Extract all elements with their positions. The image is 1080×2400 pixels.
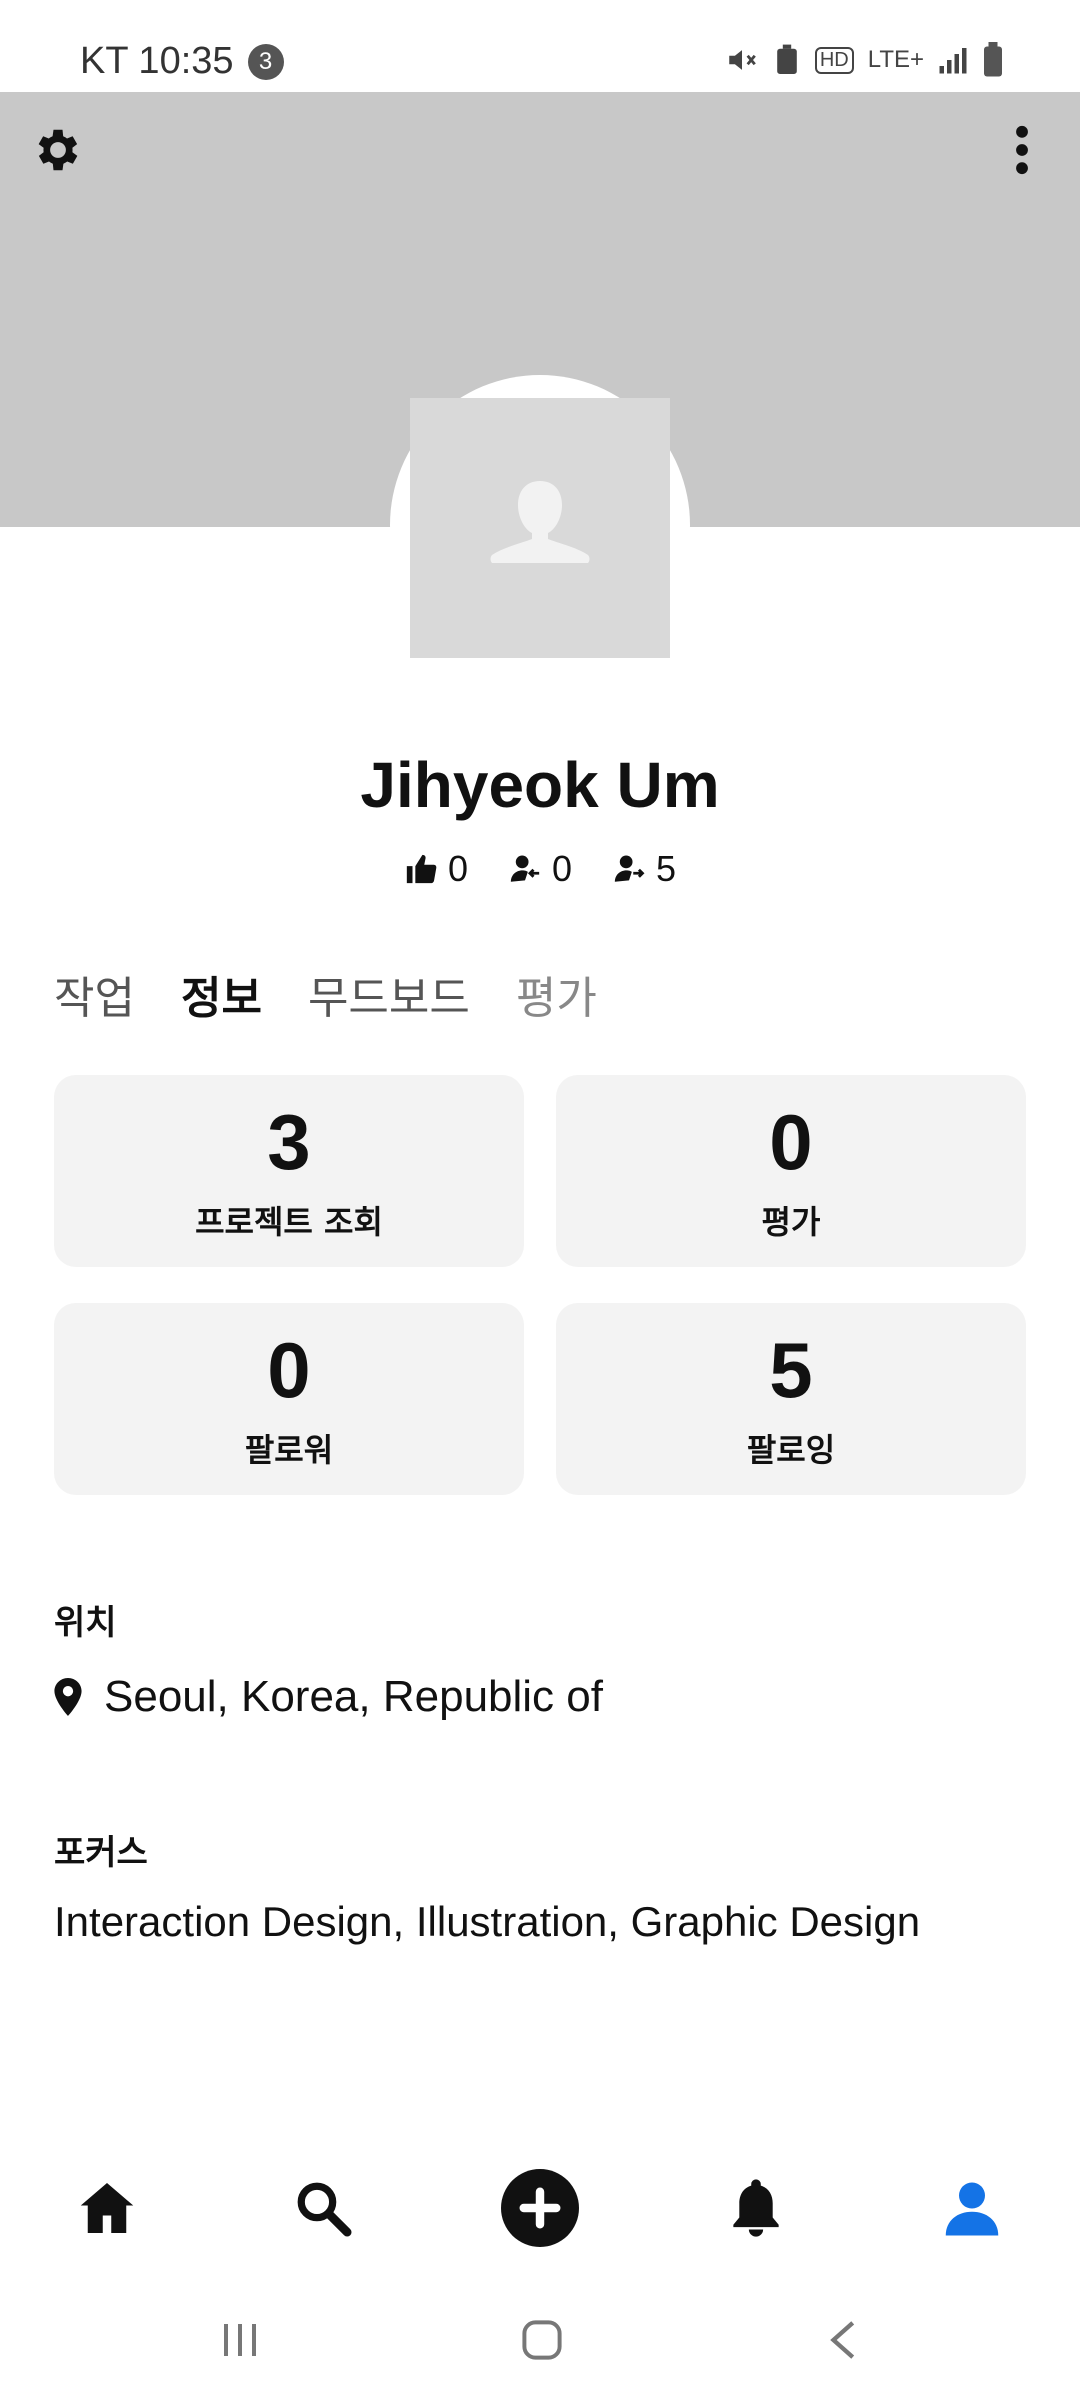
recent-apps-button[interactable] xyxy=(200,2308,280,2372)
home-icon xyxy=(80,2183,134,2233)
following-count: 5 xyxy=(656,848,677,889)
following-stat: 5 xyxy=(612,848,676,890)
reviews-card: 0 평가 xyxy=(556,1075,1026,1267)
location-heading: 위치 xyxy=(54,1603,117,1643)
card-label: 평가 xyxy=(761,1203,821,1241)
tab-work[interactable]: 작업 xyxy=(54,962,135,1026)
nav-home[interactable] xyxy=(57,2158,157,2258)
home-button[interactable] xyxy=(502,2308,582,2372)
focus-text: Interaction Design, Illustration, Graphi… xyxy=(54,1898,921,1945)
back-button[interactable] xyxy=(802,2308,882,2372)
recent-apps-icon xyxy=(224,2324,256,2356)
location-row: Seoul, Korea, Republic of xyxy=(54,1672,603,1722)
battery-saver-icon xyxy=(777,44,797,74)
focus-heading: 포커스 xyxy=(54,1833,148,1873)
bell-icon xyxy=(733,2179,779,2237)
following-icon xyxy=(614,855,645,882)
status-left: KT 10:35 3 xyxy=(80,40,284,83)
tab-info[interactable]: 정보 xyxy=(181,962,262,1026)
location-pin-icon xyxy=(54,1678,82,1716)
signal-icon xyxy=(939,48,967,74)
appreciations-stat: 0 xyxy=(404,848,468,890)
nav-create[interactable] xyxy=(490,2158,590,2258)
followers-card[interactable]: 0 팔로워 xyxy=(54,1303,524,1495)
appreciations-count: 0 xyxy=(447,848,468,889)
nav-notifications[interactable] xyxy=(706,2158,806,2258)
card-value: 0 xyxy=(769,1098,813,1186)
tab-reviews[interactable]: 평가 xyxy=(516,962,597,1026)
profile-name: Jihyeok Um xyxy=(360,749,720,821)
nav-search[interactable] xyxy=(273,2158,373,2258)
hd-icon: HD xyxy=(814,46,854,74)
followers-count: 0 xyxy=(551,848,573,889)
home-circle-icon xyxy=(522,2320,562,2360)
project-views-card: 3 프로젝트 조회 xyxy=(54,1075,524,1267)
location-text: Seoul, Korea, Republic of xyxy=(104,1672,603,1721)
thumbs-up-icon xyxy=(406,854,437,884)
profile-icon xyxy=(945,2182,999,2236)
mute-icon xyxy=(729,50,756,70)
followers-stat: 0 xyxy=(508,848,572,890)
search-icon xyxy=(297,2182,352,2237)
profile-stats: 0 0 5 xyxy=(0,848,1080,890)
status-bar: KT 10:35 3 HD LTE+ xyxy=(0,0,1080,92)
follower-icon xyxy=(510,855,540,882)
card-label: 프로젝트 조회 xyxy=(195,1203,383,1241)
avatar[interactable] xyxy=(410,398,670,658)
status-icons: HD LTE+ xyxy=(725,42,1004,78)
card-value: 5 xyxy=(769,1326,813,1414)
settings-button[interactable] xyxy=(28,120,88,180)
network-type: LTE+ xyxy=(867,46,924,73)
more-options-button[interactable] xyxy=(992,120,1052,180)
card-value: 0 xyxy=(267,1326,311,1414)
card-label: 팔로잉 xyxy=(746,1431,836,1469)
profile-tabs: 작업 정보 무드보드 평가 xyxy=(54,962,597,1026)
gear-icon xyxy=(38,129,78,171)
nav-profile[interactable] xyxy=(922,2158,1022,2258)
add-icon xyxy=(501,2169,579,2247)
more-vertical-icon xyxy=(1016,125,1028,175)
back-chevron-icon xyxy=(830,2321,855,2359)
bottom-nav xyxy=(0,2150,1080,2260)
status-time: KT 10:35 xyxy=(80,40,234,82)
card-value: 3 xyxy=(267,1098,311,1186)
card-label: 팔로워 xyxy=(244,1431,334,1469)
battery-icon xyxy=(984,42,1002,77)
tab-moodboard[interactable]: 무드보드 xyxy=(308,962,470,1026)
following-card[interactable]: 5 팔로잉 xyxy=(556,1303,1026,1495)
notification-count-badge: 3 xyxy=(247,43,284,80)
default-avatar-icon xyxy=(490,481,590,563)
system-nav-bar xyxy=(0,2280,1080,2400)
